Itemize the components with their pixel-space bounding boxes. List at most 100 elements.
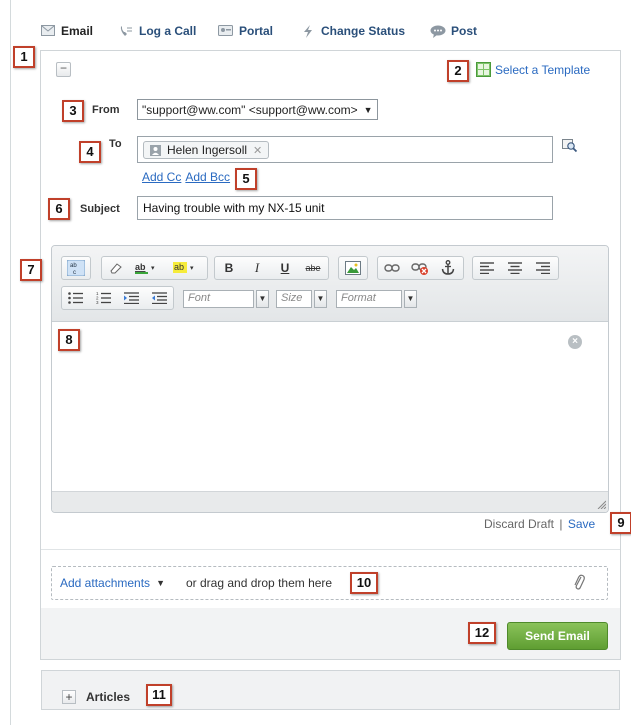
list-group: 123 bbox=[61, 286, 174, 310]
to-field[interactable]: Helen Ingersoll ✕ bbox=[137, 136, 553, 163]
tab-email[interactable]: Email bbox=[40, 24, 93, 38]
alignment-group bbox=[472, 256, 559, 280]
size-select[interactable]: Size bbox=[276, 290, 312, 308]
select-template-label: Select a Template bbox=[495, 62, 591, 77]
align-left-icon[interactable] bbox=[473, 257, 501, 279]
callout-6: 6 bbox=[48, 198, 70, 220]
articles-label[interactable]: Articles bbox=[86, 690, 130, 704]
add-bcc-link[interactable]: Add Bcc bbox=[185, 170, 230, 184]
from-select-value: "support@ww.com" <support@ww.com> bbox=[142, 102, 358, 117]
send-email-button[interactable]: Send Email bbox=[507, 622, 608, 650]
draft-separator: | bbox=[559, 517, 563, 531]
recipient-name: Helen Ingersoll bbox=[167, 143, 248, 157]
tab-change-status[interactable]: Change Status bbox=[300, 24, 405, 38]
image-group bbox=[338, 256, 368, 280]
remove-recipient-icon[interactable]: ✕ bbox=[253, 144, 262, 157]
anchor-icon[interactable] bbox=[434, 257, 462, 279]
unlink-icon[interactable] bbox=[406, 257, 434, 279]
tab-post[interactable]: Post bbox=[430, 24, 477, 38]
spellcheck-icon[interactable]: ab c bbox=[62, 257, 90, 279]
formatting-group: ab ▾ ab ▾ bbox=[101, 256, 208, 280]
subject-field[interactable]: Having trouble with my NX-15 unit bbox=[137, 196, 553, 220]
attachments-dropdown-icon: ▼ bbox=[156, 578, 165, 588]
italic-icon[interactable]: I bbox=[243, 257, 271, 279]
person-icon bbox=[150, 144, 161, 156]
align-right-icon[interactable] bbox=[529, 257, 557, 279]
from-label: From bbox=[92, 104, 120, 116]
add-attachments-link[interactable]: Add attachments ▼ bbox=[60, 576, 165, 590]
insert-image-icon[interactable] bbox=[339, 257, 367, 279]
dropdown-arrow-icon: ▼ bbox=[363, 104, 373, 115]
tab-post-label: Post bbox=[451, 24, 478, 38]
recipient-chip[interactable]: Helen Ingersoll ✕ bbox=[143, 141, 270, 159]
callout-5: 5 bbox=[235, 168, 257, 190]
email-icon bbox=[40, 24, 56, 38]
link-icon[interactable] bbox=[378, 257, 406, 279]
tab-change-status-label: Change Status bbox=[321, 24, 406, 38]
add-cc-link[interactable]: Add Cc bbox=[142, 170, 181, 184]
tab-portal-label: Portal bbox=[239, 24, 274, 38]
from-select[interactable]: "support@ww.com" <support@ww.com> ▼ bbox=[137, 99, 378, 120]
align-center-icon[interactable] bbox=[501, 257, 529, 279]
font-dropdown-arrow-icon[interactable]: ▼ bbox=[256, 290, 269, 308]
drag-drop-hint: or drag and drop them here bbox=[186, 576, 333, 590]
svg-text:3: 3 bbox=[96, 300, 99, 304]
editor-body[interactable] bbox=[52, 322, 608, 491]
chat-bubble-icon bbox=[430, 24, 446, 38]
tab-email-label: Email bbox=[61, 24, 94, 38]
callout-8: 8 bbox=[58, 329, 80, 351]
collapse-button[interactable]: − bbox=[56, 62, 71, 77]
font-select[interactable]: Font bbox=[183, 290, 254, 308]
svg-text:ab: ab bbox=[135, 262, 146, 272]
callout-12: 12 bbox=[468, 622, 496, 644]
callout-11: 11 bbox=[146, 684, 172, 706]
svg-text:▾: ▾ bbox=[151, 265, 155, 272]
editor-statusbar bbox=[52, 491, 608, 512]
template-icon bbox=[476, 62, 491, 77]
svg-text:c: c bbox=[73, 270, 76, 276]
bold-icon[interactable]: B bbox=[215, 257, 243, 279]
highlight-color-icon[interactable]: ab ▾ bbox=[168, 257, 206, 279]
svg-text:ab: ab bbox=[174, 262, 184, 272]
link-group bbox=[377, 256, 464, 280]
indent-icon[interactable] bbox=[118, 287, 146, 309]
select-template-link[interactable]: Select a Template bbox=[476, 62, 590, 77]
callout-4: 4 bbox=[79, 141, 101, 163]
lightning-icon bbox=[300, 24, 316, 38]
clear-editor-icon[interactable]: × bbox=[568, 335, 582, 349]
callout-2: 2 bbox=[447, 60, 469, 82]
expand-articles-button[interactable]: + bbox=[62, 690, 76, 704]
eraser-icon[interactable] bbox=[102, 257, 130, 279]
callout-9: 9 bbox=[610, 512, 631, 534]
lookup-icon[interactable] bbox=[562, 139, 578, 153]
format-select[interactable]: Format bbox=[336, 290, 402, 308]
callout-10: 10 bbox=[350, 572, 378, 594]
resize-handle-icon[interactable] bbox=[596, 498, 607, 510]
underline-icon[interactable]: U bbox=[271, 257, 299, 279]
tab-log-a-call-label: Log a Call bbox=[139, 24, 197, 38]
callout-7: 7 bbox=[20, 259, 42, 281]
text-color-icon[interactable]: ab ▾ bbox=[130, 257, 168, 279]
tab-log-a-call[interactable]: Log a Call bbox=[118, 24, 196, 38]
tab-portal[interactable]: Portal bbox=[218, 24, 273, 38]
svg-text:ab: ab bbox=[70, 263, 77, 269]
size-dropdown-arrow-icon[interactable]: ▼ bbox=[314, 290, 327, 308]
strikethrough-icon[interactable]: abe bbox=[299, 257, 327, 279]
divider bbox=[41, 549, 620, 550]
portal-icon bbox=[218, 24, 234, 38]
numbered-list-icon[interactable]: 123 bbox=[90, 287, 118, 309]
callout-3: 3 bbox=[62, 100, 84, 122]
phone-icon bbox=[118, 24, 134, 38]
discard-draft-link[interactable]: Discard Draft bbox=[484, 517, 554, 531]
to-label: To bbox=[109, 138, 122, 150]
bulleted-list-icon[interactable] bbox=[62, 287, 90, 309]
save-draft-link[interactable]: Save bbox=[568, 517, 595, 531]
callout-1: 1 bbox=[13, 46, 35, 68]
outdent-icon[interactable] bbox=[145, 287, 173, 309]
format-dropdown-arrow-icon[interactable]: ▼ bbox=[404, 290, 417, 308]
text-style-group: B I U abe bbox=[214, 256, 329, 280]
svg-text:▾: ▾ bbox=[190, 265, 194, 272]
draft-actions: Discard Draft | Save bbox=[484, 517, 595, 531]
spellcheck-group: ab c bbox=[61, 256, 91, 280]
subject-label: Subject bbox=[80, 203, 120, 215]
